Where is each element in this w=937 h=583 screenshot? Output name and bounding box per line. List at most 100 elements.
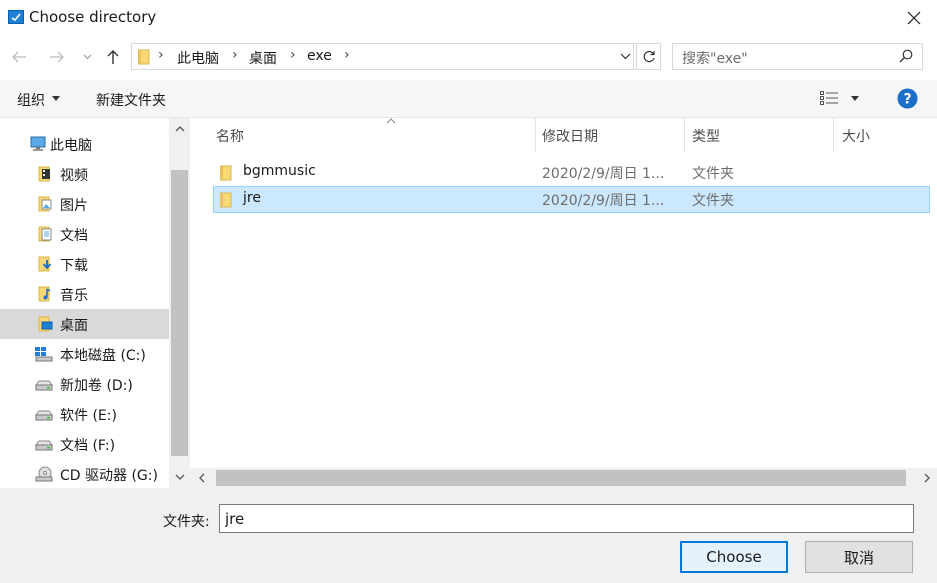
column-header-label: 大小 (842, 129, 870, 145)
sidebar-item-drive-c[interactable]: 本地磁盘 (C:) (0, 339, 169, 369)
file-row-bgmmusic[interactable]: bgmmusic 2020/2/9/周日 1... 文件夹 (213, 159, 930, 186)
column-header-size[interactable]: 大小 (834, 118, 934, 152)
help-icon: ? (897, 88, 918, 109)
computer-icon (30, 136, 46, 152)
search-icon[interactable] (899, 49, 913, 63)
file-modified: 2020/2/9/周日 1... (542, 193, 665, 209)
help-glyph: ? (903, 92, 911, 108)
scroll-down-button[interactable] (169, 466, 190, 488)
up-button[interactable] (102, 46, 124, 68)
sidebar-item-label: 图片 (60, 198, 88, 214)
sidebar-item-label: 新加卷 (D:) (60, 378, 133, 394)
sidebar-item-desktop[interactable]: 桌面 (0, 309, 169, 339)
scroll-thumb[interactable] (171, 170, 188, 456)
file-modified: 2020/2/9/周日 1... (542, 166, 665, 182)
close-button[interactable] (891, 0, 937, 36)
window-title: Choose directory (29, 8, 157, 26)
search-placeholder: 搜索"exe" (682, 51, 748, 67)
caret-down-icon[interactable] (851, 96, 859, 101)
file-type: 文件夹 (692, 166, 734, 182)
choose-button[interactable]: Choose (680, 541, 788, 573)
sidebar-item-pictures[interactable]: 图片 (0, 189, 169, 219)
breadcrumb-item[interactable]: 此电脑 (177, 48, 219, 68)
column-header-type[interactable]: 类型 (685, 118, 833, 152)
scroll-up-button[interactable] (169, 118, 190, 140)
chevron-right-icon (924, 473, 930, 483)
folder-icon (138, 49, 150, 65)
folder-field-label: 文件夹: (163, 514, 210, 530)
folder-icon (220, 192, 232, 208)
sidebar-item-documents[interactable]: 文档 (0, 219, 169, 249)
drive-icon (34, 436, 54, 452)
music-folder-icon (38, 286, 54, 302)
back-button[interactable] (8, 46, 30, 68)
sidebar-item-drive-g[interactable]: CD 驱动器 (G:) (0, 459, 169, 489)
sidebar-item-drive-e[interactable]: 软件 (E:) (0, 399, 169, 429)
column-header-label: 名称 (216, 129, 244, 145)
folder-name-input[interactable] (219, 504, 914, 533)
sidebar-item-label: 桌面 (60, 318, 88, 334)
breadcrumb-chevron-icon[interactable]: › (232, 47, 238, 63)
app-icon (8, 10, 24, 24)
column-header-label: 修改日期 (542, 129, 598, 145)
breadcrumb-item[interactable]: 桌面 (249, 48, 277, 68)
dialog-footer: 文件夹: Choose 取消 (0, 488, 937, 583)
sidebar-item-music[interactable]: 音乐 (0, 279, 169, 309)
help-button[interactable]: ? (897, 88, 918, 109)
refresh-icon (643, 50, 655, 62)
file-type: 文件夹 (692, 193, 734, 209)
address-dropdown-button[interactable] (614, 43, 636, 70)
file-name: bgmmusic (243, 163, 316, 179)
column-header-name[interactable]: 名称 (210, 118, 535, 152)
cd-drive-icon (34, 466, 54, 482)
column-header-modified[interactable]: 修改日期 (536, 118, 684, 152)
scroll-thumb[interactable] (216, 470, 906, 486)
address-bar[interactable]: › 此电脑 › 桌面 › exe › (131, 43, 634, 70)
drive-icon (34, 376, 54, 392)
organize-button[interactable]: 组织 (17, 90, 45, 110)
windows-drive-icon (34, 346, 54, 362)
breadcrumb-chevron-icon[interactable]: › (344, 47, 350, 63)
document-folder-icon (38, 226, 54, 242)
sidebar-item-label: 软件 (E:) (60, 408, 117, 424)
breadcrumb-item[interactable]: exe (307, 48, 332, 64)
cancel-button[interactable]: 取消 (805, 541, 913, 573)
column-header-label: 类型 (692, 129, 720, 145)
download-folder-icon (38, 256, 54, 272)
sidebar-item-label: 下载 (60, 258, 88, 274)
view-options-icon[interactable] (820, 90, 838, 106)
sidebar-item-label: 本地磁盘 (C:) (60, 348, 146, 364)
new-folder-button[interactable]: 新建文件夹 (96, 90, 166, 110)
sidebar-item-drive-f[interactable]: 文档 (F:) (0, 429, 169, 459)
chevron-up-icon (175, 126, 184, 132)
title-bar: Choose directory (0, 0, 937, 36)
arrow-left-icon (12, 51, 26, 63)
drive-icon (34, 406, 54, 422)
chevron-down-icon (83, 54, 91, 60)
sidebar-item-downloads[interactable]: 下载 (0, 249, 169, 279)
sidebar-item-label: 文档 (F:) (60, 438, 116, 454)
sidebar-item-videos[interactable]: 视频 (0, 159, 169, 189)
arrow-up-icon (107, 50, 119, 64)
forward-button[interactable] (46, 46, 68, 68)
video-folder-icon (38, 166, 54, 182)
sidebar-item-label: 文档 (60, 228, 88, 244)
chevron-down-icon (620, 53, 630, 60)
sidebar-item-label: 此电脑 (50, 138, 92, 154)
file-list-scrollbar[interactable] (190, 468, 937, 488)
scroll-right-button[interactable] (916, 468, 937, 488)
sort-ascending-icon (386, 118, 396, 124)
file-row-jre[interactable]: jre 2020/2/9/周日 1... 文件夹 (213, 186, 930, 213)
sidebar-item-drive-d[interactable]: 新加卷 (D:) (0, 369, 169, 399)
sidebar-scrollbar[interactable] (169, 118, 190, 488)
breadcrumb-chevron-icon[interactable]: › (290, 47, 296, 63)
breadcrumb-chevron-icon[interactable]: › (158, 47, 164, 63)
chevron-down-icon (175, 474, 184, 480)
scroll-left-button[interactable] (190, 468, 214, 488)
refresh-button[interactable] (636, 43, 661, 70)
picture-folder-icon (38, 196, 54, 212)
recent-locations-button[interactable] (78, 47, 96, 67)
search-input[interactable]: 搜索"exe" (672, 43, 923, 70)
caret-down-icon[interactable] (52, 96, 60, 101)
sidebar-item-this-pc[interactable]: 此电脑 (0, 129, 169, 159)
